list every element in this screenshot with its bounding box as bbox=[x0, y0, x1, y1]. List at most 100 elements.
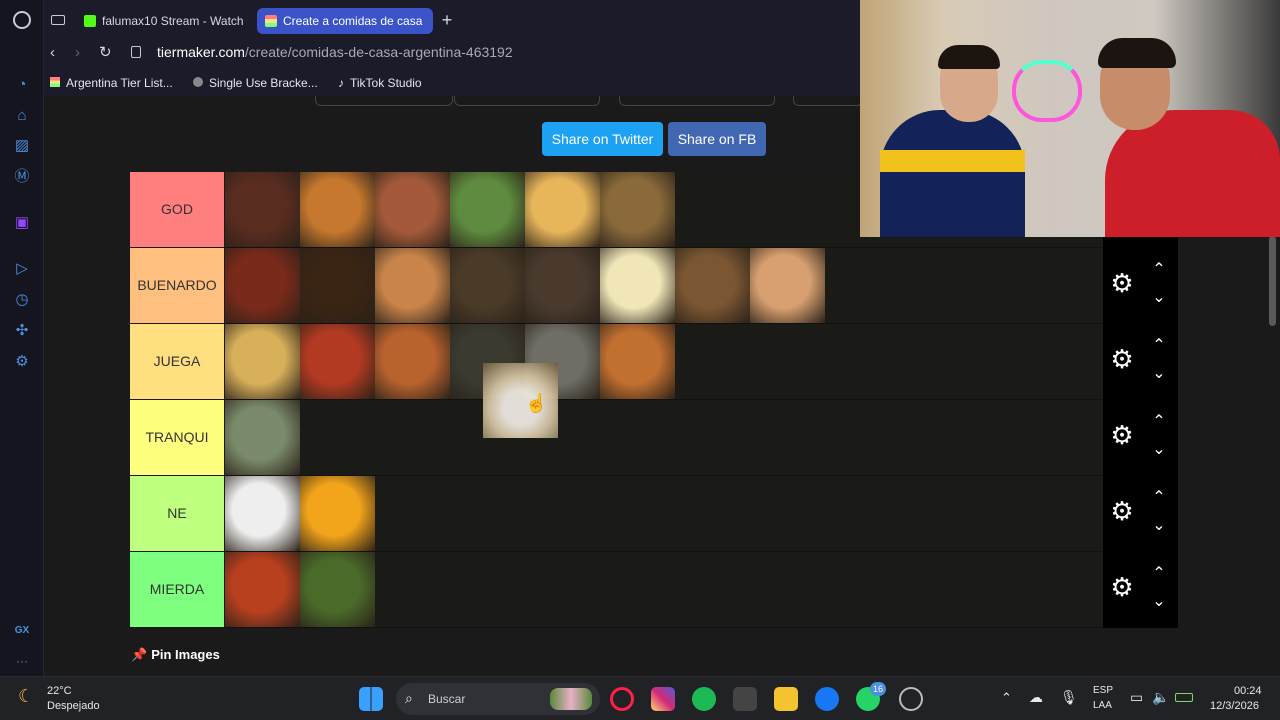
windows-start-icon[interactable] bbox=[359, 687, 383, 711]
chevron-up-icon[interactable]: ⌃ bbox=[1149, 414, 1169, 430]
tier-label[interactable]: TRANQUI bbox=[130, 400, 224, 475]
chevron-up-icon[interactable]: ⌃ bbox=[1149, 490, 1169, 506]
opera-gx-icon[interactable] bbox=[610, 687, 634, 711]
food-image[interactable] bbox=[225, 248, 300, 323]
gear-icon[interactable]: ⚙ bbox=[1109, 346, 1135, 372]
microphone-icon[interactable]: 🎙 bbox=[1060, 689, 1078, 706]
food-image[interactable] bbox=[225, 400, 300, 475]
weather-temp[interactable]: 22°C bbox=[47, 685, 72, 697]
battery-icon[interactable] bbox=[1175, 693, 1193, 702]
extensions-icon[interactable]: ✣ bbox=[13, 322, 31, 340]
chevron-up-icon[interactable]: ⌃ bbox=[1149, 262, 1169, 278]
gear-icon[interactable]: ⚙ bbox=[1109, 270, 1135, 296]
nav-tab[interactable] bbox=[793, 96, 863, 106]
food-image[interactable] bbox=[225, 552, 300, 627]
food-image[interactable] bbox=[675, 248, 750, 323]
speed-icon[interactable]: ◔ bbox=[13, 76, 31, 94]
gx-corner-icon[interactable]: ▨ bbox=[13, 137, 31, 155]
clock-date[interactable]: 12/3/2026 bbox=[1210, 700, 1259, 712]
capcut-icon[interactable] bbox=[733, 687, 757, 711]
chevron-down-icon[interactable]: ⌄ bbox=[1149, 518, 1169, 534]
obs-icon[interactable] bbox=[899, 687, 923, 711]
food-image[interactable] bbox=[375, 172, 450, 247]
food-image[interactable] bbox=[300, 324, 375, 399]
food-image[interactable] bbox=[300, 552, 375, 627]
bookmark-bracket[interactable]: Single Use Bracke... bbox=[193, 76, 318, 90]
share-twitter-button[interactable]: Share on Twitter bbox=[542, 122, 663, 156]
bag-icon[interactable]: ⌂ bbox=[13, 107, 31, 125]
clock-time[interactable]: 00:24 bbox=[1234, 685, 1262, 697]
nav-tab[interactable] bbox=[315, 96, 453, 106]
opera-logo-icon[interactable] bbox=[13, 11, 31, 29]
tier-label[interactable]: BUENARDO bbox=[130, 248, 224, 323]
twitch-icon[interactable]: ▣ bbox=[13, 214, 31, 232]
food-image[interactable] bbox=[225, 476, 300, 551]
food-image[interactable] bbox=[600, 172, 675, 247]
messenger-icon[interactable]: Ⓜ bbox=[13, 168, 31, 186]
food-image[interactable] bbox=[375, 324, 450, 399]
food-image[interactable] bbox=[300, 248, 375, 323]
food-image[interactable] bbox=[225, 324, 300, 399]
gear-icon[interactable]: ⚙ bbox=[1109, 498, 1135, 524]
food-image[interactable] bbox=[375, 248, 450, 323]
new-tab-button[interactable]: + bbox=[438, 10, 456, 30]
food-image[interactable] bbox=[525, 172, 600, 247]
left-person-stripe bbox=[880, 150, 1025, 172]
bookmark-argentina[interactable]: Argentina Tier List... bbox=[50, 76, 173, 90]
food-image[interactable] bbox=[450, 172, 525, 247]
reload-icon[interactable]: ↻ bbox=[99, 43, 112, 61]
gear-icon[interactable]: ⚙ bbox=[1109, 574, 1135, 600]
chevron-down-icon[interactable]: ⌄ bbox=[1149, 594, 1169, 610]
settings-icon[interactable]: ⚙ bbox=[13, 353, 31, 371]
history-icon[interactable]: ◷ bbox=[13, 291, 31, 309]
cloud-icon[interactable]: ☁ bbox=[1029, 689, 1043, 706]
pin-images[interactable]: 📌 Pin Images bbox=[131, 647, 220, 663]
share-fb-button[interactable]: Share on FB bbox=[668, 122, 766, 156]
food-image[interactable] bbox=[600, 248, 675, 323]
gear-icon[interactable]: ⚙ bbox=[1109, 422, 1135, 448]
food-image[interactable] bbox=[600, 324, 675, 399]
language-bottom[interactable]: LAA bbox=[1093, 700, 1112, 711]
back-icon[interactable]: ‹ bbox=[50, 44, 55, 61]
forward-icon[interactable]: › bbox=[75, 44, 80, 61]
food-image[interactable] bbox=[300, 476, 375, 551]
player-icon[interactable]: ▷ bbox=[13, 260, 31, 278]
chevron-up-icon[interactable]: ⌃ bbox=[1149, 338, 1169, 354]
search-box[interactable]: ⌕ Buscar bbox=[396, 683, 600, 715]
instagram-icon[interactable] bbox=[651, 687, 675, 711]
tab-stream[interactable]: falumax10 Stream - Watch bbox=[76, 8, 246, 34]
tab-overview-icon[interactable] bbox=[51, 15, 65, 25]
tab-tiermaker[interactable]: Create a comidas de casa bbox=[257, 8, 433, 34]
nav-tab[interactable] bbox=[619, 96, 775, 106]
food-image[interactable] bbox=[450, 248, 525, 323]
left-person bbox=[880, 110, 1025, 237]
language-top[interactable]: ESP bbox=[1093, 685, 1113, 696]
tier-label[interactable]: JUEGA bbox=[130, 324, 224, 399]
more-icon[interactable]: ··· bbox=[13, 652, 31, 670]
chevron-up-icon[interactable]: ⌃ bbox=[1001, 690, 1012, 706]
chevron-down-icon[interactable]: ⌄ bbox=[1149, 290, 1169, 306]
chevron-down-icon[interactable]: ⌄ bbox=[1149, 442, 1169, 458]
weather-desc[interactable]: Despejado bbox=[47, 700, 100, 712]
tier-label[interactable]: NE bbox=[130, 476, 224, 551]
tier-label[interactable]: GOD bbox=[130, 172, 224, 247]
food-image[interactable] bbox=[525, 248, 600, 323]
chevron-up-icon[interactable]: ⌃ bbox=[1149, 566, 1169, 582]
file-explorer-icon[interactable] bbox=[774, 687, 798, 711]
facebook-icon[interactable] bbox=[815, 687, 839, 711]
volume-icon[interactable]: 🔈 bbox=[1152, 689, 1169, 706]
display-icon[interactable]: ▭ bbox=[1130, 689, 1143, 706]
tier-label[interactable]: MIERDA bbox=[130, 552, 224, 627]
weather-icon[interactable]: ☾ bbox=[18, 686, 34, 707]
chevron-down-icon[interactable]: ⌄ bbox=[1149, 366, 1169, 382]
nav-tab[interactable] bbox=[454, 96, 600, 106]
bookmark-tiktok[interactable]: ♪ TikTok Studio bbox=[338, 76, 422, 90]
food-image[interactable] bbox=[225, 172, 300, 247]
url-field[interactable]: tiermaker.com/create/comidas-de-casa-arg… bbox=[157, 43, 513, 61]
gx-label[interactable]: GX bbox=[13, 622, 31, 640]
spotify-icon[interactable] bbox=[692, 687, 716, 711]
food-image[interactable] bbox=[750, 248, 825, 323]
page-scrollbar[interactable] bbox=[1269, 236, 1276, 326]
tier-row[interactable] bbox=[225, 400, 1103, 476]
food-image[interactable] bbox=[300, 172, 375, 247]
